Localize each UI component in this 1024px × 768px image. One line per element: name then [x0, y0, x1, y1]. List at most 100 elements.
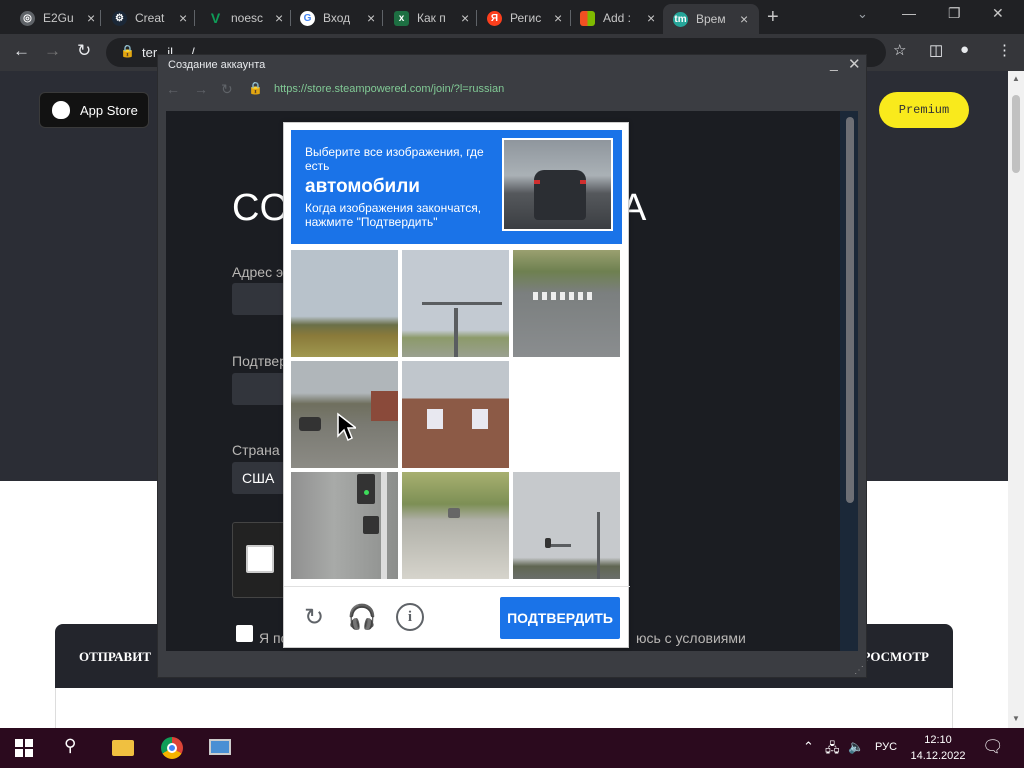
tail-light-right	[580, 180, 586, 184]
tab-6[interactable]: Add : ×	[580, 6, 655, 30]
tab-search-chevron-icon[interactable]: ⌄	[857, 6, 868, 22]
remote-desktop-icon[interactable]	[209, 739, 231, 755]
popup-close-icon[interactable]: ✕	[848, 55, 861, 73]
captcha-header: Выберите все изображения, где есть автом…	[291, 130, 622, 244]
resize-grip-icon[interactable]: ⋰	[854, 665, 864, 676]
premium-button[interactable]: Premium	[879, 92, 969, 128]
close-icon[interactable]: ×	[179, 10, 187, 26]
tab-5[interactable]: Я Регис ×	[487, 6, 562, 30]
screen: { "browser": { "tabs": [ {"label": "E2Gu…	[0, 0, 1024, 768]
side-panel-icon[interactable]: ◫	[929, 41, 943, 59]
close-icon[interactable]: ×	[87, 10, 95, 26]
window	[427, 409, 443, 429]
app-store-label: App Store	[80, 102, 138, 118]
popup-back-icon[interactable]: ←	[166, 81, 180, 97]
tab-3[interactable]: G Вход ×	[300, 6, 375, 30]
clock[interactable]: 12:10 14.12.2022	[910, 732, 966, 764]
tile-street-lamp[interactable]	[513, 472, 620, 579]
bookmark-star-icon[interactable]: ☆	[893, 41, 906, 59]
tile-traffic-signal-closeup[interactable]	[291, 472, 398, 579]
new-tab-button[interactable]: +	[767, 6, 779, 29]
country-label: Страна	[232, 442, 280, 458]
tab-0[interactable]: ◎ E2Gu ×	[20, 6, 95, 30]
recaptcha-checkbox[interactable]	[246, 545, 274, 573]
scroll-down-icon[interactable]: ▼	[1012, 714, 1020, 723]
windows-taskbar: ⚲ ⌃ 🖧 🔈 РУС 12:10 14.12.2022 🗨	[0, 728, 1024, 768]
menu-dots-icon[interactable]: ⋮	[997, 41, 1012, 59]
clock-time: 12:10	[924, 734, 952, 746]
popup-forward-icon[interactable]: →	[194, 81, 208, 97]
forward-arrow-icon[interactable]: →	[44, 41, 61, 61]
tab-label: Врем	[696, 12, 726, 26]
close-icon[interactable]: ×	[461, 10, 469, 26]
file-explorer-icon[interactable]	[112, 740, 134, 756]
profile-icon[interactable]: ●	[960, 41, 969, 58]
reload-icon[interactable]: ↻	[77, 41, 91, 61]
language-indicator[interactable]: РУС	[875, 741, 897, 753]
close-icon[interactable]: ×	[554, 10, 562, 26]
tray-chevron-icon[interactable]: ⌃	[803, 739, 814, 755]
agree-checkbox[interactable]	[236, 625, 253, 642]
tile-brick-house[interactable]	[402, 361, 509, 468]
tail-light-left	[534, 180, 540, 184]
agree-text-right: юсь с условиями	[636, 630, 746, 646]
steam-icon: ⚙	[112, 10, 127, 26]
volume-icon[interactable]: 🔈	[848, 739, 864, 755]
chrome-icon[interactable]	[161, 737, 183, 759]
tab-7-active[interactable]: tm Врем ×	[663, 4, 759, 34]
page-scrollbar[interactable]: ▲ ▼	[1008, 71, 1024, 728]
send-button[interactable]: ОТПРАВИТ	[79, 649, 151, 665]
window-close-icon[interactable]: ✕	[992, 5, 1004, 22]
verify-button[interactable]: ПОДТВЕРДИТЬ	[500, 597, 620, 639]
close-icon[interactable]: ×	[740, 11, 748, 27]
tab-separator	[382, 10, 383, 26]
popup-reload-icon[interactable]: ↻	[221, 81, 233, 98]
tile-road-crosswalk[interactable]	[513, 250, 620, 357]
restore-icon[interactable]: ❐	[948, 5, 961, 22]
popup-scrollbar-thumb[interactable]	[846, 117, 854, 503]
close-icon[interactable]: ×	[367, 10, 375, 26]
tab-separator	[194, 10, 195, 26]
search-icon[interactable]: ⚲	[64, 736, 76, 756]
scroll-up-icon[interactable]: ▲	[1012, 74, 1020, 83]
car-in-tile	[299, 417, 321, 431]
headphones-icon[interactable]: 🎧	[347, 603, 377, 631]
notifications-icon[interactable]: 🗨	[982, 737, 1004, 757]
captcha-instruction-bottom: Когда изображения закончатся, нажмите "П…	[305, 201, 482, 229]
google-icon: G	[300, 10, 315, 26]
v-icon: V	[210, 10, 221, 26]
tab-label: Creat	[135, 11, 165, 25]
tab-1[interactable]: ⚙ Creat ×	[112, 6, 187, 30]
app-store-button[interactable]: App Store	[39, 92, 149, 128]
popup-minimize-icon[interactable]: _	[830, 55, 838, 71]
info-icon[interactable]: i	[396, 603, 424, 631]
reload-icon[interactable]: ↻	[300, 603, 328, 631]
tab-label: Регис	[510, 11, 542, 25]
apple-icon	[52, 101, 70, 119]
building	[371, 391, 398, 421]
tile-rural-road-car[interactable]	[402, 472, 509, 579]
pole	[454, 308, 458, 357]
scroll-thumb[interactable]	[1012, 95, 1020, 173]
back-arrow-icon[interactable]: ←	[13, 41, 30, 61]
yandex-icon: Я	[487, 10, 502, 26]
network-icon[interactable]: 🖧	[825, 739, 840, 761]
popup-lock-icon: 🔒	[248, 81, 263, 95]
tile-traffic-light-pole[interactable]	[402, 250, 509, 357]
close-icon[interactable]: ×	[647, 10, 655, 26]
captcha-instruction: Выберите все изображения, где есть	[305, 145, 484, 173]
tile-empty[interactable]	[513, 361, 620, 468]
pole	[381, 472, 387, 579]
tile-field-horizon[interactable]	[291, 250, 398, 357]
signal-head	[545, 538, 551, 548]
tab-strip: ◎ E2Gu × ⚙ Creat × V noesc × G Вход × x …	[0, 0, 1024, 34]
tab-2[interactable]: V noesc ×	[208, 6, 283, 30]
globe-icon: ◎	[20, 10, 35, 26]
captcha-example-image	[502, 138, 613, 231]
windows-start-icon[interactable]	[15, 739, 33, 757]
view-button[interactable]: РОСМОТР	[862, 649, 929, 665]
close-icon[interactable]: ×	[275, 10, 283, 26]
minimize-icon[interactable]: —	[902, 5, 916, 21]
lock-icon: 🔒	[120, 44, 135, 58]
tab-4[interactable]: x Как п ×	[394, 6, 469, 30]
